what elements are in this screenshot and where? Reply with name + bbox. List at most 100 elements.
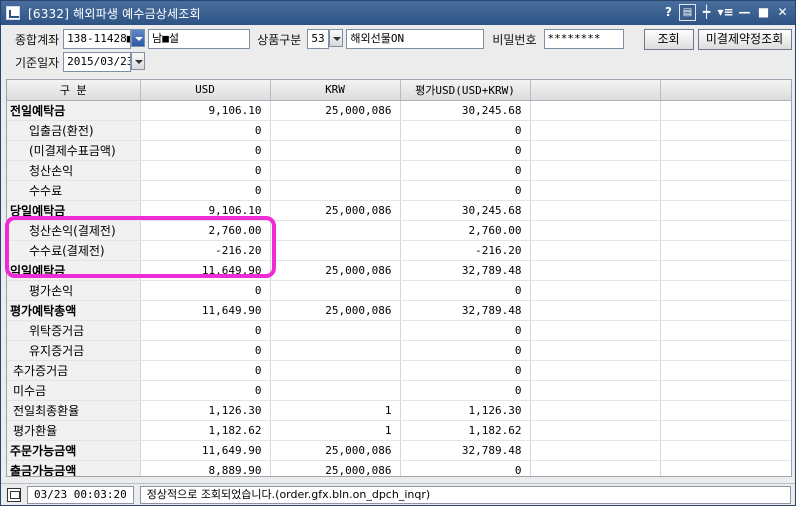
table-row[interactable]: 미수금 0 0 <box>7 380 791 401</box>
table-row[interactable]: 유지증거금 0 0 <box>7 340 791 361</box>
table-row[interactable]: 평가환율 1,182.62 1 1,182.62 <box>7 420 791 441</box>
usd-cell: 0 <box>140 340 271 361</box>
account-name-field: 남■설 <box>148 29 251 49</box>
krw-cell <box>270 320 401 341</box>
table-row[interactable]: 청산손익 0 0 <box>7 160 791 181</box>
account-dropdown-icon[interactable] <box>131 29 146 47</box>
table-row[interactable]: 전일예탁금 9,106.10 25,000,086 30,245.68 <box>7 100 791 121</box>
usd-cell: 9,106.10 <box>140 200 271 221</box>
empty-cell <box>530 460 661 476</box>
date-field[interactable]: 2015/03/23 <box>63 52 132 72</box>
minimize-icon[interactable]: — <box>736 4 753 21</box>
product-select[interactable]: 53 <box>307 29 344 49</box>
empty-cell <box>660 460 791 476</box>
table-row[interactable]: 주문가능금액 11,649.90 25,000,086 32,789.48 <box>7 440 791 461</box>
empty-cell <box>530 340 661 361</box>
table-row[interactable]: 수수료 0 0 <box>7 180 791 201</box>
krw-cell: 25,000,086 <box>270 460 401 476</box>
empty-cell <box>660 340 791 361</box>
table-header-row: 구 분 USD KRW 평가USD(USD+KRW) <box>7 80 791 101</box>
usd-cell: 11,649.90 <box>140 440 271 461</box>
eval-usd-cell: 2,760.00 <box>400 220 531 241</box>
header-krw[interactable]: KRW <box>270 80 401 101</box>
table-row[interactable]: 평가손익 0 0 <box>7 280 791 301</box>
eval-usd-cell: 0 <box>400 380 531 401</box>
row-label: 유지증거금 <box>7 340 141 361</box>
header-category[interactable]: 구 분 <box>7 80 141 101</box>
empty-cell <box>530 440 661 461</box>
date-dropdown-icon[interactable] <box>131 52 146 70</box>
empty-cell <box>530 280 661 301</box>
table-row[interactable]: 전일최종환율 1,126.30 1 1,126.30 <box>7 400 791 421</box>
row-label: 출금가능금액 <box>7 460 141 476</box>
table-row[interactable]: 수수료(결제전) -216.20 -216.20 <box>7 240 791 261</box>
eval-usd-cell: 30,245.68 <box>400 200 531 221</box>
header-eval-usd[interactable]: 평가USD(USD+KRW) <box>400 80 531 101</box>
krw-cell: 25,000,086 <box>270 100 401 121</box>
table-row[interactable]: 추가증거금 0 0 <box>7 360 791 381</box>
table-row[interactable]: 평가예탁총액 11,649.90 25,000,086 32,789.48 <box>7 300 791 321</box>
row-label: 수수료(결제전) <box>7 240 141 261</box>
empty-cell <box>660 260 791 281</box>
maximize-icon[interactable]: ■ <box>755 4 772 21</box>
table-row[interactable]: 익일예탁금 11,649.90 25,000,086 32,789.48 <box>7 260 791 281</box>
header-empty <box>530 80 661 101</box>
table-row[interactable]: 청산손익(결제전) 2,760.00 2,760.00 <box>7 220 791 241</box>
empty-cell <box>530 180 661 201</box>
unsettled-contracts-button[interactable]: 미결제약정조회 <box>697 28 792 50</box>
row-label: 평가환율 <box>7 420 141 441</box>
header-empty <box>660 80 791 101</box>
empty-cell <box>660 200 791 221</box>
eval-usd-cell: -216.20 <box>400 240 531 261</box>
krw-cell: 1 <box>270 400 401 421</box>
table-row[interactable]: 위탁증거금 0 0 <box>7 320 791 341</box>
table-row[interactable]: 출금가능금액 8,889.90 25,000,086 0 <box>7 460 791 476</box>
row-label: (미결제수표금액) <box>7 140 141 161</box>
product-dropdown-icon[interactable] <box>329 29 344 47</box>
table-row[interactable]: 입출금(환전) 0 0 <box>7 120 791 141</box>
password-input[interactable]: ******** <box>543 29 624 49</box>
deposit-table: 구 분 USD KRW 평가USD(USD+KRW) 전일예탁금 9,106.10… <box>7 80 791 476</box>
title-bar[interactable]: [6332] 해외파생 예수금상세조회 ? ▤ ┿ ▾≡ — ■ ✕ <box>1 1 795 25</box>
status-window-icon[interactable] <box>7 487 21 502</box>
krw-cell: 25,000,086 <box>270 300 401 321</box>
menu-icon[interactable]: ▾≡ <box>717 4 734 21</box>
usd-cell: 0 <box>140 120 271 141</box>
deposit-detail-grid[interactable]: 구 분 USD KRW 평가USD(USD+KRW) 전일예탁금 9,106.10… <box>6 79 792 477</box>
krw-cell <box>270 360 401 381</box>
eval-usd-cell: 0 <box>400 120 531 141</box>
header-usd[interactable]: USD <box>140 80 271 101</box>
password-label: 비밀번호 <box>492 32 537 47</box>
empty-cell <box>660 440 791 461</box>
empty-cell <box>660 180 791 201</box>
close-icon[interactable]: ✕ <box>774 4 791 21</box>
empty-cell <box>660 220 791 241</box>
usd-cell: 1,182.62 <box>140 420 271 441</box>
empty-cell <box>530 160 661 181</box>
eval-usd-cell: 0 <box>400 360 531 381</box>
account-select[interactable]: 138-11428■ <box>63 29 146 49</box>
account-number-field[interactable]: 138-11428■ <box>63 29 132 49</box>
empty-cell <box>660 280 791 301</box>
pin-icon[interactable]: ┿ <box>698 4 715 21</box>
row-label: 청산손익 <box>7 160 141 181</box>
eval-usd-cell: 1,182.62 <box>400 420 531 441</box>
status-message: 정상적으로 조회되었습니다.(order.gfx.bln.on_dpch_inq… <box>139 485 791 504</box>
search-button[interactable]: 조회 <box>643 28 694 50</box>
date-select[interactable]: 2015/03/23 <box>63 52 146 72</box>
window-app-icon[interactable] <box>6 6 20 20</box>
help-icon[interactable]: ? <box>660 4 677 21</box>
screen-save-icon[interactable]: ▤ <box>679 4 696 21</box>
product-code-field[interactable]: 53 <box>307 29 330 49</box>
table-row[interactable]: 당일예탁금 9,106.10 25,000,086 30,245.68 <box>7 200 791 221</box>
usd-cell: 0 <box>140 380 271 401</box>
usd-cell: 8,889.90 <box>140 460 271 476</box>
row-label: 당일예탁금 <box>7 200 141 221</box>
krw-cell <box>270 180 401 201</box>
krw-cell: 25,000,086 <box>270 200 401 221</box>
eval-usd-cell: 32,789.48 <box>400 440 531 461</box>
product-label: 상품구분 <box>257 32 302 47</box>
empty-cell <box>660 100 791 121</box>
eval-usd-cell: 30,245.68 <box>400 100 531 121</box>
table-row[interactable]: (미결제수표금액) 0 0 <box>7 140 791 161</box>
